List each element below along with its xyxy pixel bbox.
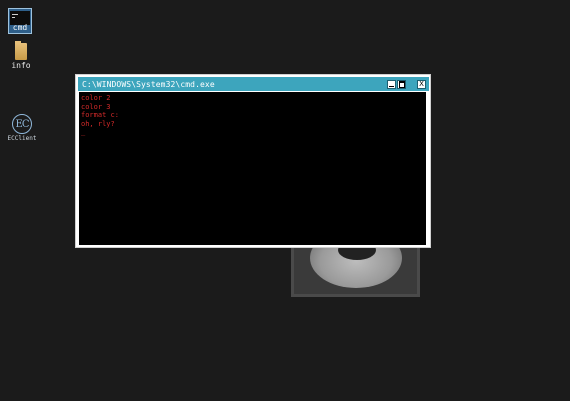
desktop: cmd info EC ECClient C:\WINDOWS\System32… — [0, 0, 570, 401]
window-title: C:\WINDOWS\System32\cmd.exe — [82, 79, 215, 89]
cmd-titlebar[interactable]: C:\WINDOWS\System32\cmd.exe X — [78, 77, 429, 91]
console-line: color 2 — [81, 94, 111, 102]
ecclient-desktop-icon[interactable]: EC ECClient — [7, 114, 37, 142]
ec-logo-icon: EC — [12, 114, 32, 134]
cmd-desktop-icon[interactable]: cmd — [6, 8, 34, 34]
info-icon-label: info — [11, 61, 31, 70]
console-line: oh, rly? — [81, 119, 115, 128]
cmd-window[interactable]: C:\WINDOWS\System32\cmd.exe X color 2 co… — [75, 74, 431, 248]
maximize-button[interactable] — [397, 79, 406, 89]
cmd-icon-label: cmd — [12, 23, 28, 32]
ecclient-icon-label: ECClient — [7, 135, 37, 142]
console-cursor: _ — [81, 128, 86, 136]
console-line: color 3 — [81, 102, 111, 111]
console-line: format c: — [81, 111, 119, 119]
folder-icon — [15, 41, 27, 60]
close-button[interactable]: X — [417, 79, 426, 89]
minimize-button[interactable] — [387, 79, 396, 89]
info-desktop-icon[interactable]: info — [9, 41, 33, 70]
background-photo-window — [291, 243, 420, 297]
console-output[interactable]: color 2 color 3 format c: oh, rly? _ — [79, 92, 426, 245]
